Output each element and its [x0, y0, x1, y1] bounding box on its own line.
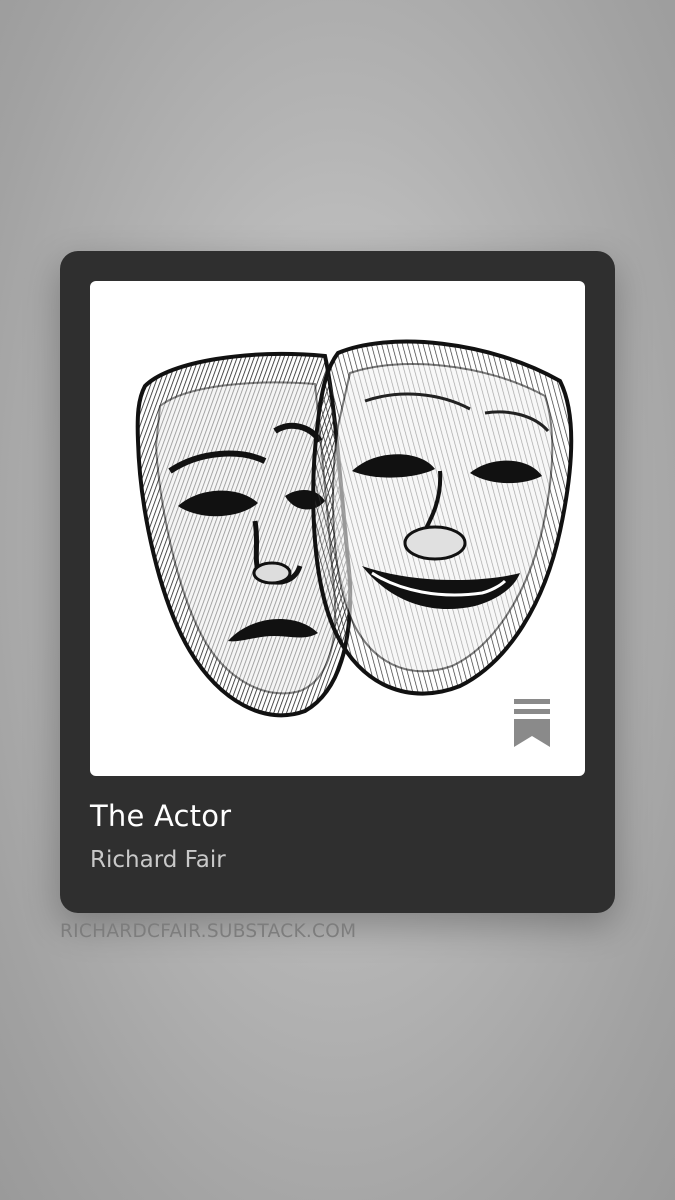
substack-bookmark-icon	[514, 699, 550, 747]
cover-image[interactable]	[90, 281, 585, 776]
post-author[interactable]: Richard Fair	[90, 847, 226, 873]
post-card[interactable]: The Actor Richard Fair	[60, 251, 615, 913]
theater-masks-icon	[135, 339, 574, 718]
site-url[interactable]: RICHARDCFAIR.SUBSTACK.COM	[60, 921, 356, 942]
post-title[interactable]: The Actor	[90, 799, 231, 833]
